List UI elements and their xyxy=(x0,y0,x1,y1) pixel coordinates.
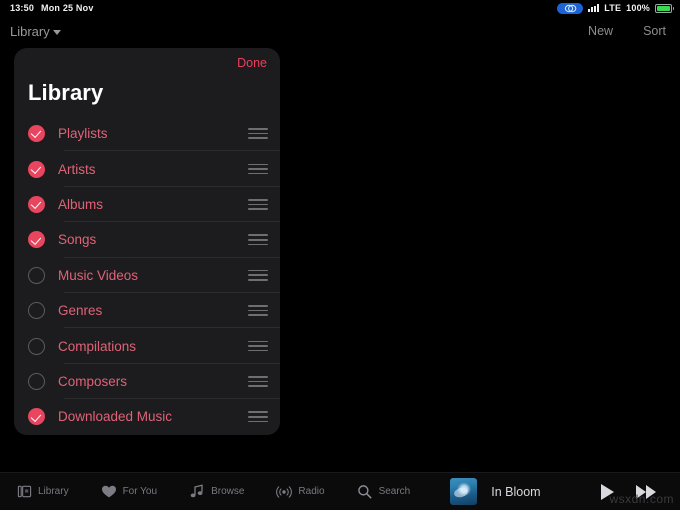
tab-label: Search xyxy=(378,486,411,497)
heart-icon xyxy=(101,484,117,500)
tab-radio[interactable]: Radio xyxy=(260,484,340,500)
status-date: Mon 25 Nov xyxy=(41,3,94,13)
library-option-row[interactable]: Composers xyxy=(14,364,280,400)
nav-title-label: Library xyxy=(10,23,50,39)
library-option-label: Artists xyxy=(58,161,96,177)
empty-circle-icon[interactable] xyxy=(28,337,45,355)
library-option-row[interactable]: Artists xyxy=(14,151,280,187)
library-option-label: Albums xyxy=(58,196,104,212)
search-icon xyxy=(357,484,373,500)
library-option-row[interactable]: Genres xyxy=(14,293,280,329)
empty-circle-icon[interactable] xyxy=(28,302,45,320)
library-icon xyxy=(16,484,32,500)
cellular-signal-icon xyxy=(588,4,600,12)
library-option-row[interactable]: Playlists xyxy=(14,116,280,152)
status-bar: 13:50 Mon 25 Nov LTE 100% xyxy=(0,0,680,16)
status-bar-right: LTE 100% xyxy=(557,2,674,14)
library-edit-popover: Done Library Playlists Artists Albums Songs… xyxy=(14,48,280,435)
library-option-label: Music Videos xyxy=(58,267,139,283)
status-bar-left: 13:50 Mon 25 Nov xyxy=(10,3,94,13)
library-option-row[interactable]: Albums xyxy=(14,187,280,223)
tab-list: Library For You Browse Radio Search xyxy=(0,484,426,500)
popover-title: Library xyxy=(28,80,104,105)
tab-label: Radio xyxy=(298,486,325,497)
library-option-label: Playlists xyxy=(58,126,108,142)
battery-percent-label: 100% xyxy=(626,3,650,13)
library-option-label: Compilations xyxy=(58,338,137,354)
chevron-down-icon xyxy=(52,29,61,35)
tab-browse[interactable]: Browse xyxy=(173,484,260,500)
sort-button[interactable]: Sort xyxy=(643,24,666,38)
navigation-bar: Library New Sort xyxy=(0,18,680,44)
library-option-row[interactable]: Music Videos xyxy=(14,258,280,293)
album-artwork[interactable] xyxy=(450,478,478,505)
library-option-row[interactable]: Compilations xyxy=(14,328,280,364)
nav-actions: New Sort xyxy=(588,24,666,38)
empty-circle-icon[interactable] xyxy=(28,266,45,284)
library-option-row[interactable]: Downloaded Music xyxy=(14,399,280,434)
checkmark-circle-icon[interactable] xyxy=(28,160,45,178)
library-option-label: Songs xyxy=(58,232,97,248)
tab-search[interactable]: Search xyxy=(341,484,427,500)
library-option-label: Genres xyxy=(58,303,103,319)
library-option-label: Downloaded Music xyxy=(58,409,173,425)
play-icon[interactable] xyxy=(601,483,614,500)
library-option-row[interactable]: Songs xyxy=(14,222,280,258)
now-playing-title: In Bloom xyxy=(491,484,541,499)
tab-label: Browse xyxy=(211,486,245,497)
player-controls xyxy=(601,483,668,500)
empty-circle-icon[interactable] xyxy=(28,372,45,390)
drag-handle-icon[interactable] xyxy=(248,305,268,317)
checkmark-circle-icon[interactable] xyxy=(28,195,45,213)
screen-record-icon[interactable] xyxy=(557,2,584,14)
now-playing-bar[interactable]: In Bloom xyxy=(450,478,680,505)
library-option-list: Playlists Artists Albums Songs Music Videos G… xyxy=(14,116,280,435)
status-time: 13:50 xyxy=(10,3,35,13)
music-note-icon xyxy=(189,484,205,500)
ipad-music-app-screen: 13:50 Mon 25 Nov LTE 100% Library New So… xyxy=(0,0,680,510)
checkmark-circle-icon[interactable] xyxy=(28,408,45,426)
drag-handle-icon[interactable] xyxy=(248,128,268,140)
drag-handle-icon[interactable] xyxy=(248,163,268,175)
drag-handle-icon[interactable] xyxy=(248,199,268,210)
drag-handle-icon[interactable] xyxy=(248,376,268,387)
fast-forward-icon[interactable] xyxy=(636,484,656,499)
tab-for-you[interactable]: For You xyxy=(85,484,173,500)
drag-handle-icon[interactable] xyxy=(248,411,268,423)
library-option-label: Composers xyxy=(58,373,128,389)
radio-broadcast-icon xyxy=(276,484,293,500)
battery-full-icon xyxy=(655,3,674,13)
network-type-label: LTE xyxy=(604,3,622,13)
screen-record-glyph xyxy=(564,4,577,12)
drag-handle-icon[interactable] xyxy=(248,269,268,281)
checkmark-circle-icon[interactable] xyxy=(28,231,45,249)
drag-handle-icon[interactable] xyxy=(248,234,268,246)
tab-bar: Library For You Browse Radio Search In Bloom xyxy=(0,472,680,510)
tab-label: Library xyxy=(38,486,69,497)
tab-label: For You xyxy=(122,486,158,497)
done-button[interactable]: Done xyxy=(237,56,267,70)
tab-library[interactable]: Library xyxy=(0,484,85,500)
drag-handle-icon[interactable] xyxy=(248,340,268,352)
library-dropdown-button[interactable]: Library xyxy=(10,24,61,39)
popover-toolbar: Done xyxy=(14,48,280,78)
new-button[interactable]: New xyxy=(588,24,613,38)
checkmark-circle-icon[interactable] xyxy=(28,125,45,143)
